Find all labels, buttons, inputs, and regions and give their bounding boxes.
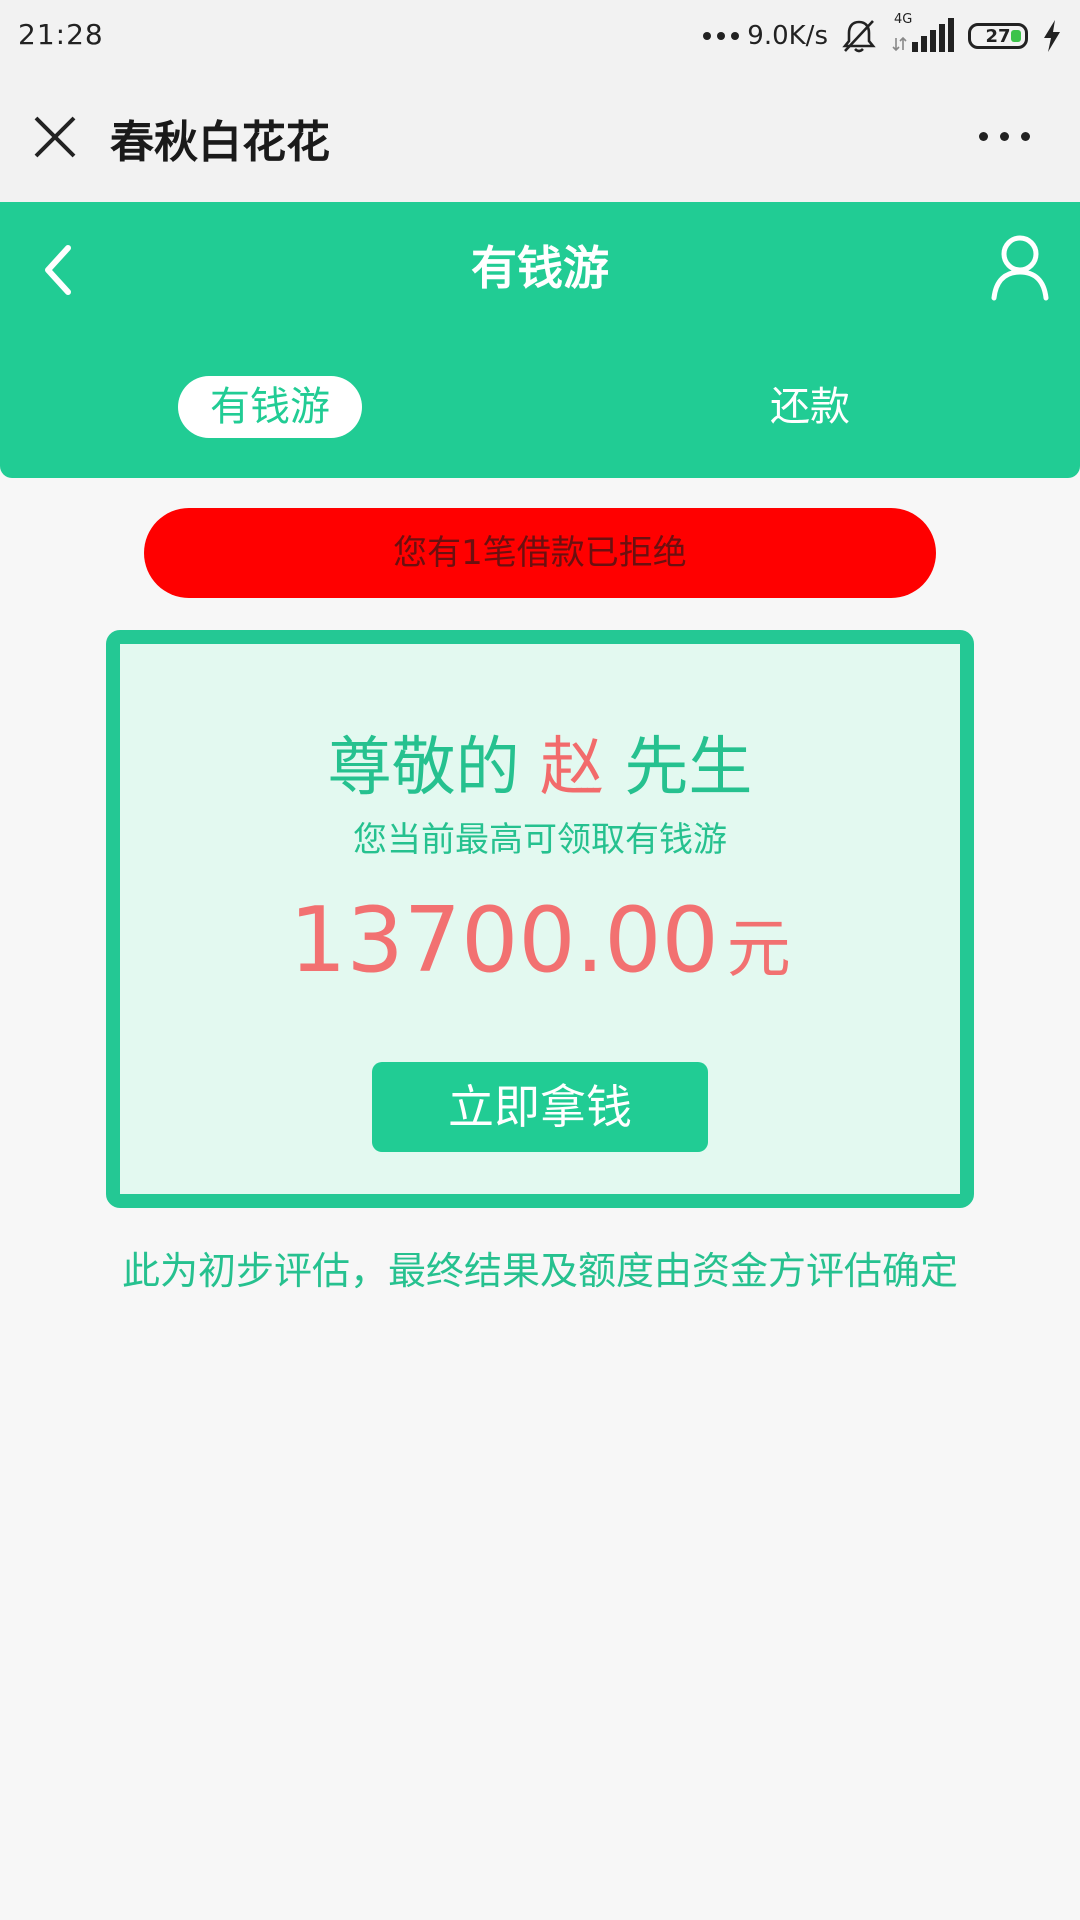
offer-card: 尊敬的 赵 先生 您当前最高可领取有钱游 13700.00 元 立即拿钱 xyxy=(106,630,974,1208)
user-icon[interactable] xyxy=(990,232,1050,302)
tab-youqianyou[interactable]: 有钱游 xyxy=(178,376,362,438)
battery-level: 27 xyxy=(985,25,1011,47)
offer-amount: 13700.00 元 xyxy=(120,888,960,993)
greeting-surname: 赵 xyxy=(540,731,604,805)
charging-icon xyxy=(1044,20,1060,52)
amount-unit: 元 xyxy=(726,913,791,987)
tab-repay[interactable]: 还款 xyxy=(720,376,900,438)
status-time: 21:28 xyxy=(18,18,104,51)
net-speed: 9.0K/s xyxy=(747,21,828,51)
rejection-alert[interactable]: 您有1笔借款已拒绝 xyxy=(144,508,936,598)
mini-program-header: 春秋白花花 xyxy=(0,72,1080,202)
app-header: 有钱游 有钱游 还款 xyxy=(0,202,1080,478)
status-bar: 21:28 9.0K/s 4G 27 xyxy=(0,0,1080,72)
close-icon[interactable] xyxy=(30,112,80,162)
page-title: 有钱游 xyxy=(471,241,609,295)
mini-program-title: 春秋白花花 xyxy=(110,117,330,168)
get-money-button[interactable]: 立即拿钱 xyxy=(372,1062,708,1152)
amount-value: 13700.00 xyxy=(289,888,719,993)
cell-signal-icon: 4G xyxy=(890,12,954,56)
signal-dots-icon xyxy=(703,32,740,40)
disclaimer-note: 此为初步评估，最终结果及额度由资金方评估确定 xyxy=(121,1249,958,1293)
greeting: 尊敬的 赵 先生 xyxy=(120,716,960,808)
offer-subtitle: 您当前最高可领取有钱游 xyxy=(353,820,727,860)
more-icon[interactable] xyxy=(979,132,1030,141)
greeting-suffix: 先生 xyxy=(624,731,753,805)
greeting-prefix: 尊敬的 xyxy=(327,731,520,805)
bell-muted-icon xyxy=(842,20,876,53)
battery-icon: 27 xyxy=(968,23,1028,49)
status-indicators: 9.0K/s 4G 27 xyxy=(703,12,1062,58)
